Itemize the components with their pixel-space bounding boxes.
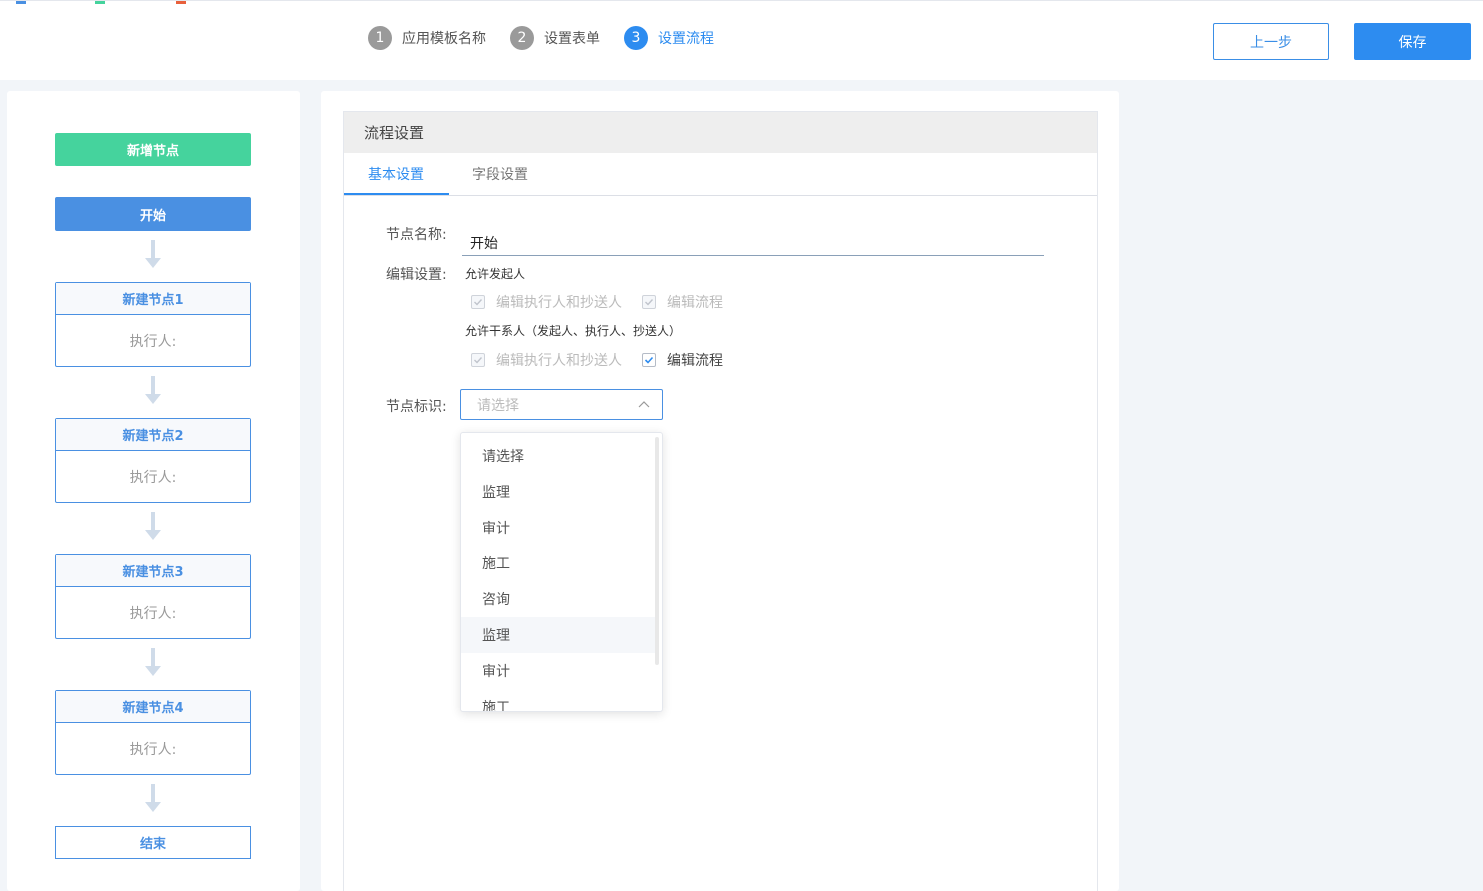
node-name-input[interactable] — [462, 230, 1044, 256]
dropdown-option[interactable]: 施工 — [461, 689, 656, 711]
down-arrow-icon — [145, 784, 161, 812]
flow-node-title: 新建节点4 — [56, 691, 250, 723]
flow-node-executor: 执行人: — [129, 605, 177, 622]
node-name-label: 节点名称: — [386, 227, 447, 243]
check-icon — [474, 357, 483, 364]
dropdown-option[interactable]: 审计 — [461, 510, 656, 546]
stakeholder-edit-exec-cc-checkbox[interactable]: 编辑执行人和抄送人 — [471, 350, 622, 370]
flow-settings-card: 流程设置 基本设置 字段设置 节点名称: 编辑设置: 允许发起人 编辑执行人和抄… — [343, 111, 1098, 891]
down-arrow-icon — [145, 648, 161, 676]
dropdown-option[interactable]: 请选择 — [461, 438, 656, 474]
step-3[interactable]: 3 设置流程 — [624, 26, 714, 50]
step-number: 2 — [510, 26, 534, 50]
add-node-button[interactable]: 新增节点 — [55, 133, 251, 166]
dropdown-option[interactable]: 监理 — [461, 617, 656, 653]
select-placeholder: 请选择 — [477, 397, 519, 414]
end-node[interactable]: 结束 — [55, 826, 251, 859]
settings-panel: 流程设置 基本设置 字段设置 节点名称: 编辑设置: 允许发起人 编辑执行人和抄… — [321, 91, 1119, 891]
node-tag-label: 节点标识: — [386, 399, 447, 415]
flow-node-2[interactable]: 新建节点2 执行人: — [55, 418, 251, 503]
step-label: 应用模板名称 — [402, 31, 486, 47]
flow-node-title: 新建节点3 — [56, 555, 250, 587]
checkbox — [471, 353, 485, 367]
checkbox — [642, 353, 656, 367]
checkbox-label: 编辑流程 — [667, 295, 723, 311]
step-indicator: 1 应用模板名称 2 设置表单 3 设置流程 — [368, 26, 738, 50]
flow-node-executor: 执行人: — [129, 469, 177, 486]
flow-node-title: 新建节点2 — [56, 419, 250, 451]
step-1[interactable]: 1 应用模板名称 — [368, 26, 486, 50]
tab-basic-settings[interactable]: 基本设置 — [368, 153, 424, 195]
initiator-edit-flow-checkbox[interactable]: 编辑流程 — [642, 292, 723, 312]
chevron-up-icon — [638, 401, 650, 408]
check-icon — [474, 299, 483, 306]
edit-settings-label: 编辑设置: — [386, 267, 447, 283]
step-label: 设置流程 — [658, 31, 714, 47]
down-arrow-icon — [145, 240, 161, 268]
flow-node-executor: 执行人: — [129, 741, 177, 758]
allow-initiator-text: 允许发起人 — [465, 267, 526, 281]
step-label: 设置表单 — [544, 31, 600, 47]
step-2[interactable]: 2 设置表单 — [510, 26, 600, 50]
dropdown-option[interactable]: 施工 — [461, 545, 656, 581]
settings-tabs: 基本设置 字段设置 — [344, 153, 1097, 196]
node-tag-dropdown: 请选择 监理 审计 施工 咨询 监理 审计 施工 — [460, 432, 663, 712]
tab-field-settings[interactable]: 字段设置 — [472, 153, 528, 195]
checkbox-label: 编辑执行人和抄送人 — [496, 353, 622, 369]
checkbox-label: 编辑流程 — [667, 353, 723, 369]
start-node[interactable]: 开始 — [55, 197, 251, 231]
stakeholder-edit-flow-checkbox[interactable]: 编辑流程 — [642, 350, 723, 370]
dropdown-option[interactable]: 咨询 — [461, 581, 656, 617]
dropdown-scrollbar[interactable] — [655, 437, 659, 665]
save-button[interactable]: 保存 — [1354, 23, 1471, 60]
initiator-edit-exec-cc-checkbox[interactable]: 编辑执行人和抄送人 — [471, 292, 622, 312]
checkbox-label: 编辑执行人和抄送人 — [496, 295, 622, 311]
flow-node-title: 新建节点1 — [56, 283, 250, 315]
check-icon — [645, 299, 654, 306]
step-number: 3 — [624, 26, 648, 50]
flow-node-executor: 执行人: — [129, 333, 177, 350]
top-header: 1 应用模板名称 2 设置表单 3 设置流程 上一步 保存 — [0, 0, 1483, 80]
checkbox — [471, 295, 485, 309]
flow-node-1[interactable]: 新建节点1 执行人: — [55, 282, 251, 367]
previous-step-button[interactable]: 上一步 — [1213, 23, 1329, 60]
flow-node-3[interactable]: 新建节点3 执行人: — [55, 554, 251, 639]
top-tab-strip — [0, 1, 200, 5]
allow-stakeholders-text: 允许干系人（发起人、执行人、抄送人） — [465, 324, 682, 338]
down-arrow-icon — [145, 512, 161, 540]
flow-panel: 新增节点 开始 新建节点1 执行人: 新建节点2 执行人: 新建节点3 执行人:… — [7, 91, 300, 891]
check-icon — [644, 356, 654, 364]
dropdown-option[interactable]: 审计 — [461, 653, 656, 689]
step-number: 1 — [368, 26, 392, 50]
down-arrow-icon — [145, 376, 161, 404]
active-tab-indicator — [344, 193, 449, 195]
settings-title: 流程设置 — [344, 112, 1097, 153]
dropdown-option[interactable]: 监理 — [461, 474, 656, 510]
flow-node-4[interactable]: 新建节点4 执行人: — [55, 690, 251, 775]
checkbox — [642, 295, 656, 309]
node-tag-select[interactable]: 请选择 — [460, 389, 663, 420]
